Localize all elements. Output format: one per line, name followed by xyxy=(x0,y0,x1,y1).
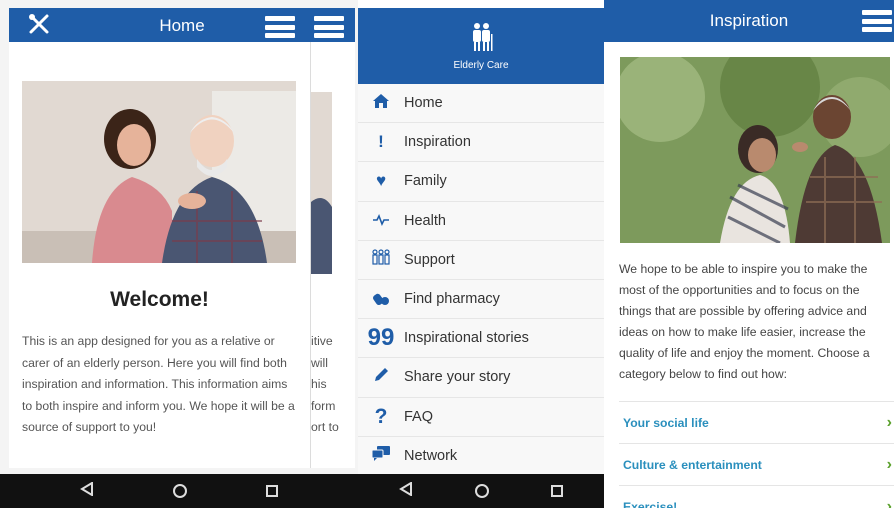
drawer-menu: Home ! Inspiration ♥ Family Health Suppo… xyxy=(358,84,604,476)
peek-line: form xyxy=(311,398,336,413)
peek-line: itive xyxy=(311,334,333,348)
chevron-right-icon: › xyxy=(886,497,892,508)
hamburger-menu-icon[interactable] xyxy=(314,16,344,38)
welcome-heading: Welcome! xyxy=(110,288,209,311)
peek-line: ort to xyxy=(311,420,339,434)
category-exercise[interactable]: Exercise! › xyxy=(619,485,894,508)
menu-item-family[interactable]: ♥ Family xyxy=(358,162,604,202)
menu-item-label: Inspiration xyxy=(404,134,471,151)
hamburger-menu-icon[interactable] xyxy=(265,16,295,38)
home-circle-icon[interactable] xyxy=(172,484,187,498)
android-nav-bar xyxy=(0,474,358,508)
home-screen: Home Welcome! This is an app designed fo… xyxy=(0,0,358,508)
heart-icon: ♥ xyxy=(375,171,387,191)
next-card-peek[interactable]: itive will his form ort to xyxy=(310,42,355,468)
recent-apps-icon[interactable] xyxy=(266,485,279,497)
menu-item-faq[interactable]: ? FAQ xyxy=(358,398,604,437)
menu-item-support[interactable]: Support xyxy=(358,241,604,280)
hamburger-menu-icon[interactable] xyxy=(862,10,892,32)
exclamation-icon: ! xyxy=(378,132,384,152)
menu-item-label: Find pharmacy xyxy=(404,291,500,308)
inspiration-intro-text: We hope to be able to inspire you to mak… xyxy=(619,262,870,381)
drawer-screen: Elderly Care Home ! Inspiration ♥ Family… xyxy=(358,0,604,508)
peek-text: itive will his form ort to xyxy=(311,331,355,439)
drawer-brand: Elderly Care xyxy=(453,60,509,71)
couple-outdoors-photo xyxy=(620,57,890,243)
inspiration-screen: Inspiration We hope to be able to inspir… xyxy=(604,0,894,508)
menu-item-label: Inspirational stories xyxy=(404,330,529,347)
menu-item-label: Network xyxy=(404,447,458,464)
chat-icon xyxy=(358,445,404,466)
intro-text: This is an app designed for you as a rel… xyxy=(22,334,295,434)
back-icon[interactable] xyxy=(399,480,413,501)
inspiration-title: Inspiration xyxy=(709,11,789,30)
menu-item-label: Share your story xyxy=(404,369,511,386)
menu-item-network[interactable]: Network xyxy=(358,437,604,476)
peek-photo xyxy=(311,92,332,274)
menu-item-home[interactable]: Home xyxy=(358,84,604,124)
category-culture-entertainment[interactable]: Culture & entertainment › xyxy=(619,443,894,485)
menu-item-label: Home xyxy=(404,95,443,112)
drawer-header: Elderly Care xyxy=(358,8,604,84)
category-label: Exercise! xyxy=(623,499,678,508)
menu-item-share-your-story[interactable]: Share your story xyxy=(358,358,604,398)
category-label: Your social life xyxy=(623,415,709,430)
android-nav-bar xyxy=(358,474,604,508)
menu-item-label: Family xyxy=(404,173,447,190)
caregiver-photo xyxy=(22,81,296,263)
menu-item-health[interactable]: Health xyxy=(358,202,604,241)
question-icon: ? xyxy=(374,404,388,428)
home-circle-icon[interactable] xyxy=(475,484,489,498)
category-list: Your social life › Culture & entertainme… xyxy=(619,401,894,508)
category-your-social-life[interactable]: Your social life › xyxy=(619,401,894,443)
people-icon xyxy=(358,249,404,270)
peek-line: will xyxy=(311,355,328,370)
elderly-couple-icon xyxy=(470,22,494,52)
chevron-right-icon: › xyxy=(886,413,892,431)
chevron-right-icon: › xyxy=(886,455,892,473)
home-title: Home xyxy=(159,16,205,35)
menu-item-label: Health xyxy=(404,212,446,229)
menu-item-inspirational-stories[interactable]: 99 Inspirational stories xyxy=(358,319,604,359)
welcome-card: Welcome! This is an app designed for you… xyxy=(9,42,310,468)
menu-item-label: Support xyxy=(404,251,455,268)
category-label: Culture & entertainment xyxy=(623,457,762,472)
inspiration-app-bar: Inspiration xyxy=(604,0,894,42)
pulse-icon xyxy=(358,211,404,231)
menu-item-label: FAQ xyxy=(404,408,434,425)
menu-item-find-pharmacy[interactable]: Find pharmacy xyxy=(358,280,604,320)
home-icon xyxy=(358,93,404,114)
peek-line: his xyxy=(311,377,327,391)
menu-item-inspiration[interactable]: ! Inspiration xyxy=(358,123,604,163)
pencil-icon xyxy=(358,366,404,389)
pharmacy-icon xyxy=(358,288,404,311)
back-icon[interactable] xyxy=(79,480,94,501)
quote-icon: 99 xyxy=(367,324,395,352)
home-app-bar: Home xyxy=(9,8,355,42)
recent-apps-icon[interactable] xyxy=(551,485,563,497)
